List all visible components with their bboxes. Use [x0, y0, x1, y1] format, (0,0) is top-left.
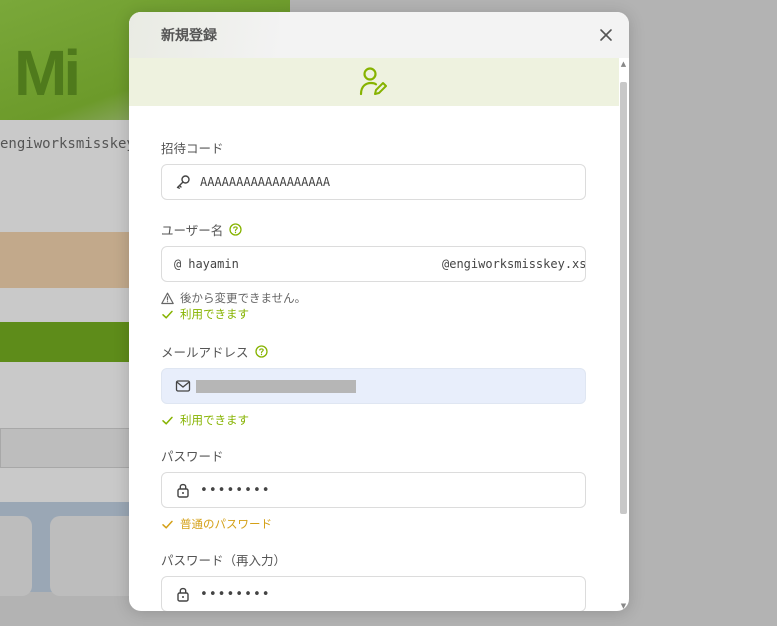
background-signup-button — [0, 322, 130, 362]
warning-icon — [161, 292, 174, 305]
help-icon[interactable] — [229, 222, 242, 236]
mail-icon — [174, 377, 192, 395]
email-label-row: メールアドレス — [161, 342, 586, 360]
email-label: メールアドレス — [161, 344, 249, 360]
username-warning: 後から変更できません。 — [161, 290, 586, 306]
email-redacted-value — [196, 380, 356, 393]
password-input[interactable]: •••••••• — [161, 472, 586, 508]
dialog-title: 新規登録 — [161, 28, 217, 44]
check-icon — [161, 414, 174, 427]
username-label-row: ユーザー名 — [161, 220, 586, 238]
close-icon — [600, 29, 612, 41]
password-retype-input[interactable]: •••••••• — [161, 576, 586, 611]
username-status-text: 利用できます — [180, 307, 249, 321]
email-group: メールアドレス 利用できます — [161, 342, 586, 428]
dialog-header: 新規登録 — [129, 12, 629, 58]
check-icon — [161, 308, 174, 321]
signup-dialog: 新規登録 ▲ ▼ 招待コード AAAAAAAAAAAAAAAAAA ユーザー名 … — [129, 12, 629, 611]
password-strength-text: 普通のパスワード — [180, 517, 272, 531]
username-label: ユーザー名 — [161, 222, 224, 238]
password-group: パスワード •••••••• 普通のパスワード — [161, 446, 586, 532]
background-notice — [0, 232, 130, 288]
email-input[interactable] — [161, 368, 586, 404]
username-at-prefix: @ — [174, 257, 182, 271]
signup-form: 招待コード AAAAAAAAAAAAAAAAAA ユーザー名 @ hayamin… — [161, 106, 586, 611]
scrollbar-thumb[interactable] — [620, 82, 627, 514]
password-value: •••••••• — [200, 482, 271, 498]
username-status: 利用できます — [161, 306, 586, 322]
key-icon — [174, 173, 192, 191]
username-host-suffix: @engiworksmisskey.xsr — [442, 257, 586, 271]
background-login-button — [0, 428, 130, 468]
scroll-up-arrow[interactable]: ▲ — [620, 60, 627, 68]
dialog-banner — [129, 58, 619, 106]
username-input[interactable]: @ hayamin @engiworksmisskey.xsr — [161, 246, 586, 282]
email-status-text: 利用できます — [180, 413, 249, 427]
username-warning-text: 後から変更できません。 — [180, 291, 307, 305]
lock-icon — [174, 481, 192, 499]
help-icon[interactable] — [254, 344, 268, 358]
check-icon — [161, 518, 174, 531]
background-logo: Mi — [14, 37, 81, 109]
close-button[interactable] — [595, 24, 617, 46]
scroll-down-arrow[interactable]: ▼ — [620, 602, 627, 610]
password-retype-group: パスワード（再入力） •••••••• — [161, 550, 586, 611]
invite-code-label: 招待コード — [161, 140, 224, 156]
invite-code-value: AAAAAAAAAAAAAAAAAA — [200, 175, 331, 189]
password-strength: 普通のパスワード — [161, 516, 586, 532]
invite-code-group: 招待コード AAAAAAAAAAAAAAAAAA — [161, 138, 586, 200]
username-group: ユーザー名 @ hayamin @engiworksmisskey.xsr 後か… — [161, 220, 586, 322]
password-label: パスワード — [161, 448, 224, 464]
password-retype-label: パスワード（再入力） — [161, 552, 287, 568]
background-tile — [0, 516, 32, 596]
username-value: hayamin — [188, 257, 239, 271]
email-status: 利用できます — [161, 412, 586, 428]
user-edit-icon — [359, 67, 387, 96]
password-retype-value: •••••••• — [200, 586, 271, 602]
invite-code-input[interactable]: AAAAAAAAAAAAAAAAAA — [161, 164, 586, 200]
scrollbar[interactable]: ▲ ▼ — [620, 60, 627, 610]
background-tile — [50, 516, 130, 596]
lock-icon — [174, 585, 192, 603]
